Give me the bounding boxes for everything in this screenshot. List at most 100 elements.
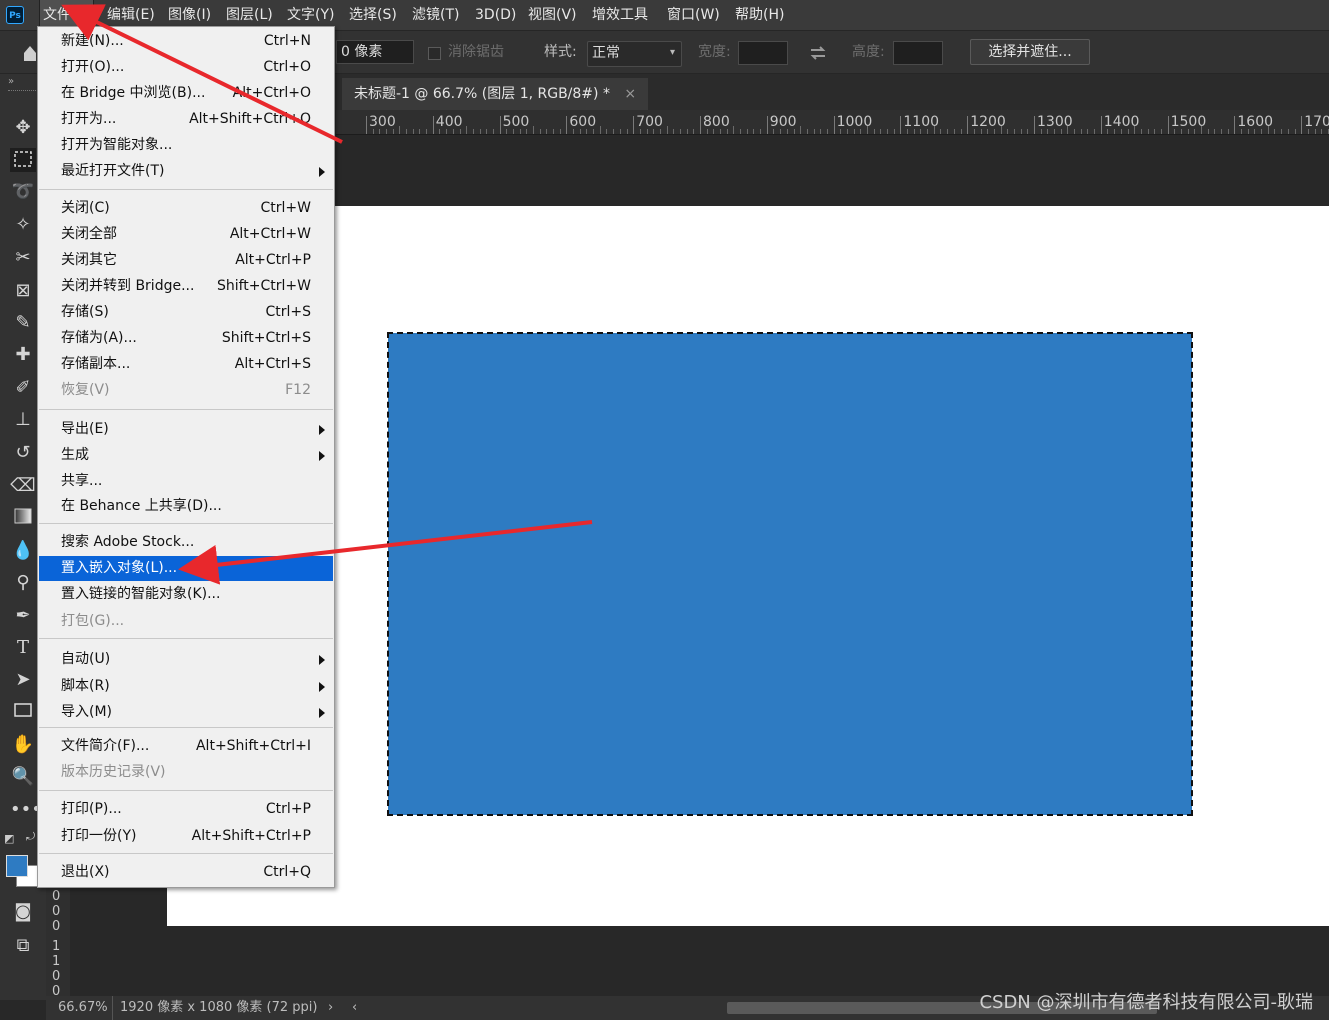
- hand-tool-icon[interactable]: ✋: [10, 733, 36, 757]
- eraser-tool-icon[interactable]: ⌫: [10, 474, 36, 498]
- file-menu-item[interactable]: 版本历史记录(V): [39, 760, 333, 785]
- home-icon[interactable]: [22, 41, 38, 63]
- height-input[interactable]: [893, 41, 943, 65]
- chevron-left-icon[interactable]: ‹: [352, 996, 357, 1020]
- style-select[interactable]: 正常 ▾: [587, 41, 682, 67]
- height-label: 高度:: [852, 44, 885, 60]
- frame-tool-icon[interactable]: ⊠: [10, 279, 36, 303]
- path-selection-tool-icon[interactable]: ➤: [10, 668, 36, 692]
- menu-item-10[interactable]: 窗口(W): [664, 0, 723, 30]
- ruler-minor-tick: [1274, 129, 1276, 134]
- vertical-ruler-label: 0: [52, 969, 61, 984]
- blur-tool-icon[interactable]: 💧: [10, 539, 36, 563]
- file-menu-item[interactable]: 打开为智能对象...: [39, 133, 333, 158]
- file-menu-item-shortcut: Shift+Ctrl+S: [221, 330, 311, 346]
- marquee-tool-icon[interactable]: [10, 148, 36, 172]
- zoom-tool-icon[interactable]: 🔍: [10, 765, 36, 789]
- file-menu-item[interactable]: 共享...: [39, 469, 333, 494]
- file-menu-item-label: 在 Bridge 中浏览(B)...: [61, 85, 206, 101]
- document-tab[interactable]: 未标题-1 @ 66.7% (图层 1, RGB/8#) * ×: [342, 78, 649, 110]
- file-menu-item-label: 关闭并转到 Bridge...: [61, 278, 195, 294]
- dodge-tool-icon[interactable]: ⚲: [10, 571, 36, 595]
- ruler-minor-tick: [840, 129, 842, 134]
- submenu-arrow-icon: [319, 655, 325, 665]
- file-menu-item[interactable]: 新建(N)... Ctrl+N: [39, 29, 333, 54]
- panel-grip[interactable]: [8, 90, 38, 94]
- menu-item-9[interactable]: 增效工具: [589, 0, 651, 30]
- file-menu-item[interactable]: 导出(E): [39, 417, 333, 442]
- menu-item-7[interactable]: 3D(D): [472, 0, 519, 30]
- file-menu-item[interactable]: 文件简介(F)... Alt+Shift+Ctrl+I: [39, 734, 333, 759]
- collapse-icon[interactable]: »: [8, 76, 14, 87]
- ruler-minor-tick: [733, 126, 735, 134]
- ruler-minor-tick: [1287, 129, 1289, 134]
- file-menu-item[interactable]: 脚本(R): [39, 674, 333, 699]
- ruler-minor-tick: [406, 129, 408, 134]
- file-menu-item[interactable]: 恢复(V) F12: [39, 378, 333, 403]
- ruler-minor-tick: [606, 129, 608, 134]
- ruler-minor-tick: [392, 129, 394, 134]
- file-menu-item[interactable]: 在 Bridge 中浏览(B)... Alt+Ctrl+O: [39, 81, 333, 106]
- eyedropper-tool-icon[interactable]: ✎: [10, 311, 36, 335]
- type-tool-icon[interactable]: T: [10, 636, 36, 660]
- menu-item-5[interactable]: 选择(S): [346, 0, 400, 30]
- file-menu-item[interactable]: 搜索 Adobe Stock...: [39, 530, 333, 555]
- ruler-tick-line: [633, 116, 635, 134]
- file-menu-item[interactable]: 退出(X) Ctrl+Q: [39, 860, 333, 885]
- brush-tool-icon[interactable]: ✐: [10, 376, 36, 400]
- file-menu-item[interactable]: 打开(O)... Ctrl+O: [39, 55, 333, 80]
- healing-brush-tool-icon[interactable]: ✚: [10, 343, 36, 367]
- select-and-mask-button[interactable]: 选择并遮住...: [970, 39, 1090, 65]
- crop-tool-icon[interactable]: ✂: [10, 246, 36, 270]
- history-brush-tool-icon[interactable]: ↺: [10, 441, 36, 465]
- file-menu-item[interactable]: 打开为... Alt+Shift+Ctrl+O: [39, 107, 333, 132]
- file-menu-item[interactable]: 自动(U): [39, 647, 333, 672]
- file-menu-item[interactable]: 关闭并转到 Bridge... Shift+Ctrl+W: [39, 274, 333, 299]
- feather-input[interactable]: 0 像素: [336, 40, 414, 64]
- menu-item-6[interactable]: 滤镜(T): [409, 0, 462, 30]
- ruler-minor-tick: [713, 129, 715, 134]
- gradient-tool-icon[interactable]: [10, 506, 36, 530]
- file-menu-item[interactable]: 存储为(A)... Shift+Ctrl+S: [39, 326, 333, 351]
- selected-blue-rectangle[interactable]: [387, 332, 1193, 816]
- file-menu-item[interactable]: 生成: [39, 443, 333, 468]
- more-tools-icon[interactable]: •••: [10, 798, 42, 822]
- file-menu-item[interactable]: 存储副本... Alt+Ctrl+S: [39, 352, 333, 377]
- rectangle-tool-icon[interactable]: [10, 700, 36, 724]
- chevron-right-icon[interactable]: ›: [328, 996, 333, 1020]
- ruler-tick-line: [1301, 116, 1303, 134]
- menu-item-11[interactable]: 帮助(H): [732, 0, 787, 30]
- pen-tool-icon[interactable]: ✒: [10, 604, 36, 628]
- file-menu-item[interactable]: 置入链接的智能对象(K)...: [39, 582, 333, 607]
- ruler-minor-tick: [666, 126, 668, 134]
- file-menu-item[interactable]: 在 Behance 上共享(D)...: [39, 494, 333, 519]
- file-menu-item[interactable]: 最近打开文件(T): [39, 159, 333, 184]
- zoom-level[interactable]: 66.67%: [58, 996, 108, 1020]
- foreground-color-swatch[interactable]: [6, 855, 28, 877]
- default-colors-icon[interactable]: ◩: [4, 832, 14, 845]
- swap-colors-icon[interactable]: ⤾: [26, 830, 35, 844]
- file-menu-item[interactable]: 关闭其它 Alt+Ctrl+P: [39, 248, 333, 273]
- magic-wand-tool-icon[interactable]: ✧: [10, 213, 36, 237]
- file-menu-item[interactable]: 关闭全部 Alt+Ctrl+W: [39, 222, 333, 247]
- swap-icon[interactable]: [808, 44, 828, 62]
- width-input[interactable]: [738, 41, 788, 65]
- file-menu-item-shortcut: Alt+Shift+Ctrl+P: [191, 828, 311, 844]
- lasso-tool-icon[interactable]: ➰: [10, 180, 36, 204]
- antialias-checkbox[interactable]: [428, 47, 441, 60]
- ruler-tick-line: [1234, 116, 1236, 134]
- close-icon[interactable]: ×: [624, 86, 636, 102]
- file-menu-item[interactable]: 存储(S) Ctrl+S: [39, 300, 333, 325]
- screen-mode-icon[interactable]: ⧉: [10, 934, 36, 958]
- stamp-tool-icon[interactable]: ⊥: [10, 408, 36, 432]
- menu-item-8[interactable]: 视图(V): [525, 0, 580, 30]
- file-menu-item[interactable]: 打印(P)... Ctrl+P: [39, 797, 333, 822]
- quick-mask-icon[interactable]: ◙: [10, 900, 36, 924]
- file-menu-item[interactable]: 打印一份(Y) Alt+Shift+Ctrl+P: [39, 824, 333, 849]
- file-menu-item[interactable]: 关闭(C) Ctrl+W: [39, 196, 333, 221]
- file-menu-item[interactable]: 导入(M): [39, 700, 333, 725]
- file-menu-item[interactable]: 置入嵌入对象(L)...: [39, 556, 333, 581]
- file-menu-item[interactable]: 打包(G)...: [39, 609, 333, 634]
- ruler-minor-tick: [913, 129, 915, 134]
- move-tool-icon[interactable]: ✥: [10, 116, 36, 140]
